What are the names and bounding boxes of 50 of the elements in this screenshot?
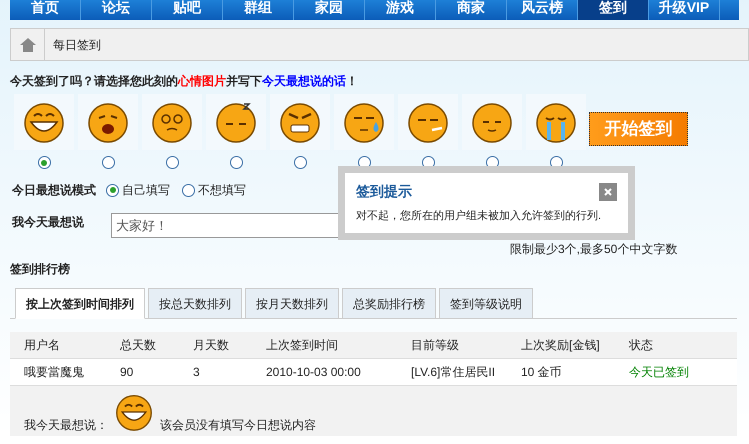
column-header: 状态 — [629, 337, 654, 354]
table-cell-text: 今天已签到 — [629, 364, 690, 381]
ranking-tab[interactable]: 按月天数排列 — [245, 288, 339, 319]
close-icon — [604, 188, 612, 196]
nav-tab[interactable]: 签到 — [578, 0, 649, 20]
nav-tab[interactable]: 群组 — [223, 0, 294, 20]
radio-button[interactable] — [106, 184, 119, 196]
breadcrumb-text: 每日签到 — [53, 36, 101, 54]
radio-button[interactable] — [102, 156, 114, 169]
column-header: 月天数 — [193, 337, 230, 354]
ranking-tab[interactable]: 总奖励排行榜 — [342, 288, 436, 319]
column-header: 上次奖励[金钱] — [521, 337, 601, 354]
nav-tab[interactable]: 论坛 — [81, 0, 152, 20]
mode-label: 今日最想说模式 — [12, 182, 96, 199]
radio-button[interactable] — [294, 156, 306, 169]
nav-tab[interactable]: 升级VIP — [649, 0, 720, 20]
emoticon-icon — [114, 392, 154, 432]
length-hint: 限制最少3个,最多50个中文字数 — [510, 241, 678, 258]
detail-label: 我今天最想说： — [24, 417, 108, 434]
column-header: 总天数 — [120, 337, 157, 354]
radio-button[interactable] — [166, 156, 178, 169]
nav-tab[interactable]: 首页 — [10, 0, 81, 20]
radio-label: 自己填写 — [122, 182, 170, 199]
home-icon[interactable] — [20, 38, 36, 52]
ranking-tab[interactable]: 签到等级说明 — [439, 288, 533, 319]
table-cell-text: 2010-10-03 00:00 — [266, 364, 362, 381]
close-button[interactable] — [599, 182, 617, 200]
table-cell-text: 3 — [193, 364, 201, 381]
column-header: 用户名 — [23, 337, 61, 354]
table-cell-text: 10 金币 — [521, 364, 563, 381]
nav-tab[interactable]: 游戏 — [365, 0, 436, 20]
ranking-tab[interactable]: 按总天数排列 — [148, 288, 242, 319]
nav-tab[interactable]: 贴吧 — [152, 0, 223, 20]
table-cell-text: 哦要當魔鬼 — [23, 364, 85, 381]
nav-tab[interactable]: 商家 — [436, 0, 507, 20]
say-label: 我今天最想说 — [12, 214, 85, 231]
dialog-title: 签到提示 — [356, 182, 412, 201]
radio-button[interactable] — [182, 184, 195, 196]
ranking-title: 签到排行榜 — [10, 261, 70, 278]
detail-text: 该会员没有填写今日想说内容 — [160, 417, 316, 434]
mood-prompt: 今天签到了吗？请选择您此刻的心情图片并写下今天最想说的话！ — [10, 73, 359, 90]
radio-button[interactable] — [38, 156, 50, 169]
column-header: 上次签到时间 — [266, 337, 339, 354]
ranking-tab[interactable]: 按上次签到时间排列 — [15, 288, 145, 319]
column-header: 目前等级 — [411, 337, 460, 354]
table-cell-text: 90 — [120, 364, 134, 381]
nav-tab[interactable]: 家园 — [294, 0, 365, 20]
table-cell-text: [LV.6]常住居民II — [411, 364, 496, 381]
radio-label: 不想填写 — [198, 182, 246, 199]
radio-button[interactable] — [230, 156, 242, 169]
